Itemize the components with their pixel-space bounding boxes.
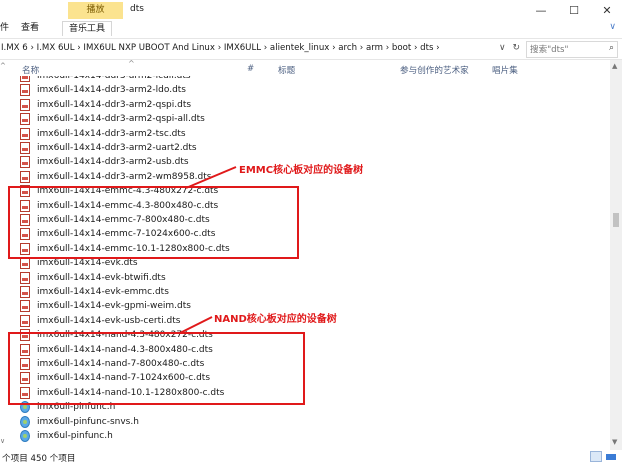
emmc-annotation-label: EMMC核心板对应的设备树 [239, 165, 364, 176]
scroll-down-left-icon[interactable]: ∨ [0, 437, 5, 445]
nand-pointer-line [179, 316, 213, 334]
vertical-scrollbar[interactable]: ▲ ▼ [610, 60, 622, 450]
scroll-down-icon[interactable]: ▼ [612, 438, 617, 446]
scroll-up-icon[interactable]: ▲ [612, 62, 617, 70]
annotation-arrows [179, 166, 237, 334]
nand-annotation-label: NAND核心板对应的设备树 [214, 314, 337, 325]
large-icons-view-icon[interactable] [605, 451, 617, 462]
emmc-pointer-line [185, 166, 237, 189]
scrollbar-thumb[interactable] [613, 213, 619, 227]
item-count: 个项目 450 个项目 [2, 454, 76, 464]
status-bar: 个项目 450 个项目 [0, 450, 622, 465]
details-view-icon[interactable] [590, 451, 602, 462]
